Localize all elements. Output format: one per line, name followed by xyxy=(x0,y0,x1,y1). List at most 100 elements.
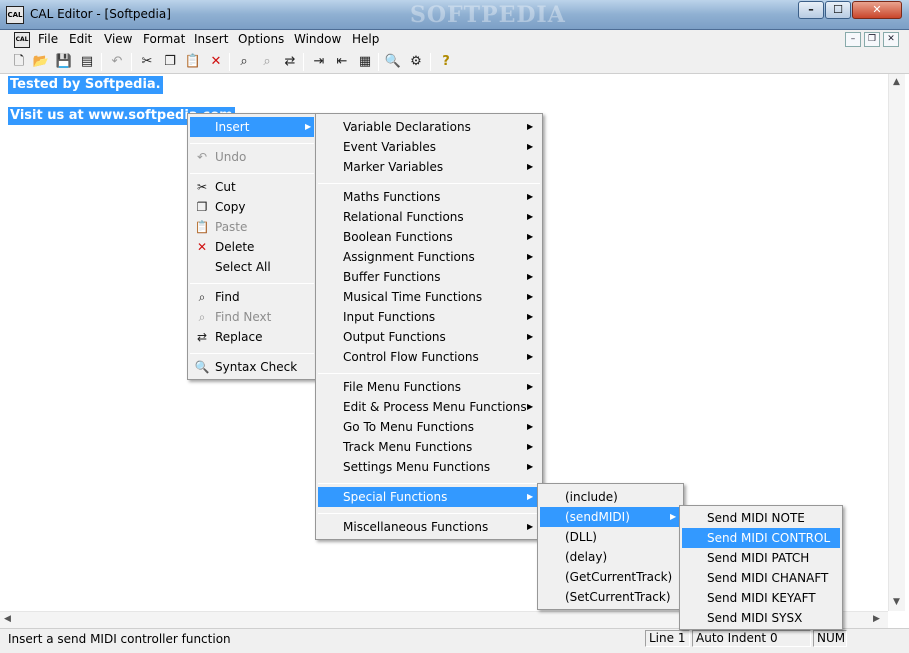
scroll-down-icon[interactable]: ▼ xyxy=(893,597,900,607)
special-delay[interactable]: (delay) xyxy=(540,547,681,567)
sendmidi-submenu: Send MIDI NOTE Send MIDI CONTROL Send MI… xyxy=(679,505,843,630)
menu-separator xyxy=(318,483,540,484)
delete-icon[interactable]: ✕ xyxy=(207,53,225,71)
insert-settings-menu-functions[interactable]: Settings Menu Functions ▶ xyxy=(318,457,540,477)
insert-control-flow-functions[interactable]: Control Flow Functions ▶ xyxy=(318,347,540,367)
menu-format[interactable]: Format xyxy=(143,32,185,46)
editor-line-1[interactable]: Tested by Softpedia. xyxy=(8,76,163,94)
scroll-up-icon[interactable]: ▲ xyxy=(893,77,900,87)
insert-musical-time-functions[interactable]: Musical Time Functions ▶ xyxy=(318,287,540,307)
save-icon[interactable]: 💾 xyxy=(55,53,73,71)
vertical-scrollbar[interactable]: ▲ ▼ xyxy=(888,74,905,611)
insert-event-variables[interactable]: Event Variables ▶ xyxy=(318,137,540,157)
toolbar-separator xyxy=(378,53,379,71)
special-get-current-track[interactable]: (GetCurrentTrack) xyxy=(540,567,681,587)
menu-window[interactable]: Window xyxy=(294,32,341,46)
context-menu-find-next[interactable]: ⌕ Find Next xyxy=(190,307,314,327)
insert-maths-functions[interactable]: Maths Functions ▶ xyxy=(318,187,540,207)
context-menu-select-all[interactable]: Select All xyxy=(190,257,314,277)
submenu-arrow-icon: ▶ xyxy=(527,272,534,281)
context-menu-paste[interactable]: 📋 Paste xyxy=(190,217,314,237)
menu-help[interactable]: Help xyxy=(352,32,379,46)
insert-track-menu-functions[interactable]: Track Menu Functions ▶ xyxy=(318,437,540,457)
context-menu-cut[interactable]: ✂ Cut xyxy=(190,177,314,197)
context-menu-insert[interactable]: Insert ▶ xyxy=(190,117,314,137)
open-folder-icon[interactable]: 📂 xyxy=(32,53,50,71)
cut-icon[interactable]: ✂ xyxy=(138,53,156,71)
context-menu-syntax-check[interactable]: 🔍 Syntax Check xyxy=(190,357,314,377)
special-sendmidi[interactable]: (sendMIDI) ▶ xyxy=(540,507,681,527)
special-set-current-track[interactable]: (SetCurrentTrack) xyxy=(540,587,681,607)
context-menu-copy[interactable]: ❐ Copy xyxy=(190,197,314,217)
submenu-arrow-icon: ▶ xyxy=(527,232,534,241)
mdi-close-button[interactable]: ✕ xyxy=(883,32,899,47)
insert-marker-variables[interactable]: Marker Variables ▶ xyxy=(318,157,540,177)
status-num: NUM xyxy=(813,630,847,647)
minimize-button[interactable]: – xyxy=(798,1,824,19)
submenu-arrow-icon: ▶ xyxy=(527,312,534,321)
indent-icon[interactable]: ⇥ xyxy=(310,53,328,71)
title-bar: CAL CAL Editor - [Softpedia] SOFTPEDIA –… xyxy=(0,0,909,30)
toolbar-separator xyxy=(131,53,132,71)
format-block-icon[interactable]: ▦ xyxy=(356,53,374,71)
run-script-icon[interactable]: ⚙ xyxy=(407,53,425,71)
save-all-icon[interactable]: ▤ xyxy=(78,53,96,71)
replace-icon[interactable]: ⇄ xyxy=(281,53,299,71)
syntax-check-icon[interactable]: 🔍 xyxy=(384,53,402,71)
insert-special-functions[interactable]: Special Functions ▶ xyxy=(318,487,540,507)
toolbar-separator xyxy=(303,53,304,71)
send-midi-keyaft[interactable]: Send MIDI KEYAFT xyxy=(682,588,840,608)
insert-boolean-functions[interactable]: Boolean Functions ▶ xyxy=(318,227,540,247)
insert-buffer-functions[interactable]: Buffer Functions ▶ xyxy=(318,267,540,287)
document-icon[interactable]: CAL xyxy=(14,32,30,48)
paste-icon[interactable]: 📋 xyxy=(184,53,202,71)
insert-assignment-functions[interactable]: Assignment Functions ▶ xyxy=(318,247,540,267)
window-title: CAL Editor - [Softpedia] xyxy=(30,7,171,21)
scroll-right-icon[interactable]: ▶ xyxy=(873,614,880,624)
cut-icon: ✂ xyxy=(196,180,208,194)
insert-edit-process-menu-functions[interactable]: Edit & Process Menu Functions ▶ xyxy=(318,397,540,417)
context-menu-undo[interactable]: ↶ Undo xyxy=(190,147,314,167)
insert-output-functions[interactable]: Output Functions ▶ xyxy=(318,327,540,347)
submenu-arrow-icon: ▶ xyxy=(527,212,534,221)
insert-file-menu-functions[interactable]: File Menu Functions ▶ xyxy=(318,377,540,397)
menu-options[interactable]: Options xyxy=(238,32,284,46)
scroll-left-icon[interactable]: ◀ xyxy=(4,614,11,624)
insert-variable-declarations[interactable]: Variable Declarations ▶ xyxy=(318,117,540,137)
maximize-button[interactable]: ☐ xyxy=(825,1,851,19)
find-icon[interactable]: ⌕ xyxy=(235,53,253,71)
submenu-arrow-icon: ▶ xyxy=(527,122,534,131)
menu-view[interactable]: View xyxy=(104,32,132,46)
submenu-arrow-icon: ▶ xyxy=(527,462,534,471)
submenu-arrow-icon: ▶ xyxy=(527,252,534,261)
undo-icon[interactable]: ↶ xyxy=(108,53,126,71)
app-icon[interactable]: CAL xyxy=(6,6,24,24)
new-file-icon[interactable]: 🗋 xyxy=(10,53,28,71)
close-button[interactable]: ✕ xyxy=(852,1,902,19)
copy-icon[interactable]: ❐ xyxy=(161,53,179,71)
special-dll[interactable]: (DLL) xyxy=(540,527,681,547)
insert-miscellaneous-functions[interactable]: Miscellaneous Functions ▶ xyxy=(318,517,540,537)
menu-file[interactable]: File xyxy=(38,32,58,46)
menu-edit[interactable]: Edit xyxy=(69,32,92,46)
outdent-icon[interactable]: ⇤ xyxy=(333,53,351,71)
insert-input-functions[interactable]: Input Functions ▶ xyxy=(318,307,540,327)
mdi-minimize-button[interactable]: – xyxy=(845,32,861,47)
context-menu-replace[interactable]: ⇄ Replace xyxy=(190,327,314,347)
send-midi-chanaft[interactable]: Send MIDI CHANAFT xyxy=(682,568,840,588)
submenu-arrow-icon: ▶ xyxy=(527,492,534,501)
send-midi-sysx[interactable]: Send MIDI SYSX xyxy=(682,608,840,628)
send-midi-control[interactable]: Send MIDI CONTROL xyxy=(682,528,840,548)
insert-relational-functions[interactable]: Relational Functions ▶ xyxy=(318,207,540,227)
help-icon[interactable]: ? xyxy=(437,53,455,71)
special-include[interactable]: (include) xyxy=(540,487,681,507)
send-midi-note[interactable]: Send MIDI NOTE xyxy=(682,508,840,528)
find-next-icon[interactable]: ⌕ xyxy=(258,53,276,71)
send-midi-patch[interactable]: Send MIDI PATCH xyxy=(682,548,840,568)
menu-insert[interactable]: Insert xyxy=(194,32,228,46)
insert-go-to-menu-functions[interactable]: Go To Menu Functions ▶ xyxy=(318,417,540,437)
mdi-restore-button[interactable]: ❐ xyxy=(864,32,880,47)
context-menu-delete[interactable]: ✕ Delete xyxy=(190,237,314,257)
context-menu-find[interactable]: ⌕ Find xyxy=(190,287,314,307)
menu-separator xyxy=(190,353,314,354)
